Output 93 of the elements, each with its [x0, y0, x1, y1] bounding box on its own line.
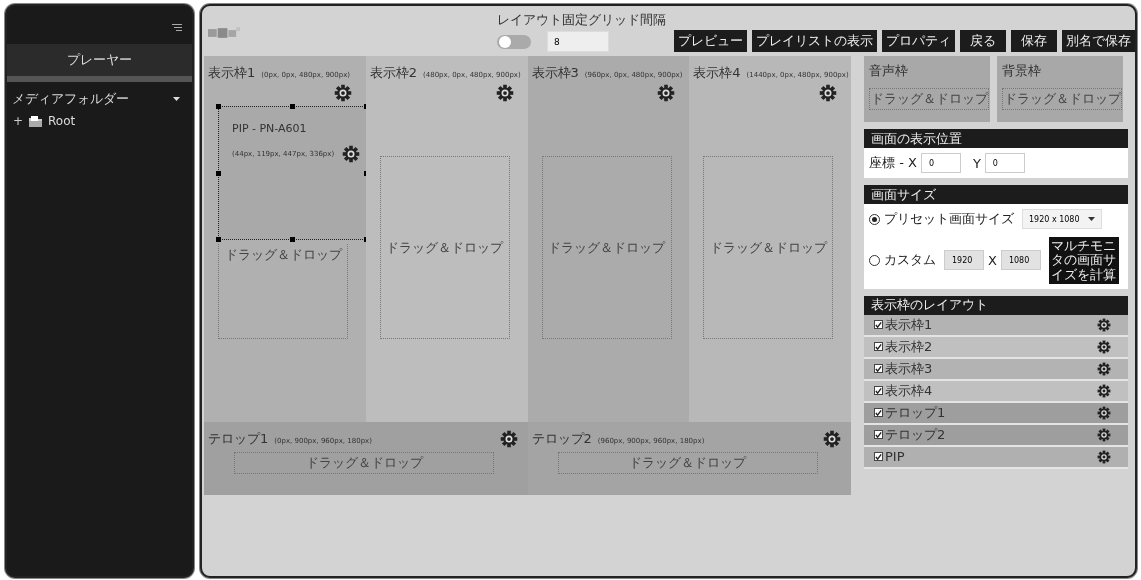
calculate-button[interactable]: マルチモニタの画面サイズを計算	[1048, 237, 1119, 284]
field-label: X	[988, 252, 997, 268]
frame-title: 表示枠2	[369, 64, 418, 82]
field-label: 座標 - X	[869, 154, 917, 172]
drop-zone[interactable]: ドラッグ＆ドロップ	[218, 244, 348, 339]
drop-zone[interactable]: ドラッグ＆ドロップ	[379, 156, 510, 339]
checkbox[interactable]	[874, 386, 883, 396]
media-frame[interactable]: 音声枠 ドラッグ＆ドロップ	[864, 56, 990, 122]
drop-zone[interactable]: ドラッグ＆ドロップ	[1002, 88, 1122, 110]
resize-handle[interactable]	[216, 237, 221, 242]
field-label: Y	[972, 155, 981, 171]
checkbox[interactable]	[874, 408, 883, 418]
section-header: 表示枠のレイアウト	[864, 295, 1128, 315]
menu-icon[interactable]	[172, 24, 182, 32]
media-frame[interactable]: 背景枠 ドラッグ＆ドロップ	[997, 56, 1123, 122]
toolbar-button[interactable]: プレイリストの表示	[752, 30, 877, 52]
settings-icon[interactable]	[1097, 317, 1111, 332]
layout-list-item[interactable]: 表示枠2	[864, 336, 1128, 359]
settings-icon[interactable]	[657, 84, 676, 102]
checkbox[interactable]	[874, 364, 883, 374]
settings-icon[interactable]	[1097, 361, 1111, 376]
layout-list-item[interactable]: テロップ2	[864, 424, 1128, 447]
settings-icon[interactable]	[333, 84, 352, 102]
toolbar-button[interactable]: 戻る	[960, 30, 1006, 52]
drop-zone[interactable]: ドラッグ＆ドロップ	[541, 156, 672, 339]
frame-title: 音声枠	[869, 62, 909, 80]
item-label: 表示枠4	[885, 381, 933, 400]
layout-list-item[interactable]: テロップ1	[864, 402, 1128, 425]
checkbox[interactable]	[874, 430, 883, 440]
layout-list-item[interactable]: 表示枠3	[864, 358, 1128, 381]
y-field[interactable]: 0	[984, 153, 1025, 173]
grid-lock-toggle[interactable]	[497, 34, 531, 49]
checkbox[interactable]	[874, 342, 883, 352]
layout-list-item[interactable]: 表示枠1	[864, 314, 1128, 337]
section-header: 画面サイズ	[864, 185, 1128, 204]
toolbar-button[interactable]: 別名で保存	[1062, 30, 1135, 52]
frame-title: 表示枠1	[208, 64, 256, 82]
item-label: テロップ2	[885, 425, 946, 444]
drop-zone[interactable]: ドラッグ＆ドロップ	[703, 156, 834, 339]
item-label: テロップ1	[885, 403, 946, 422]
settings-icon[interactable]	[1097, 405, 1111, 420]
expand-toggle[interactable]: +	[13, 114, 24, 128]
settings-icon[interactable]	[1097, 449, 1111, 464]
settings-icon[interactable]	[495, 84, 514, 102]
blurred-logo	[208, 26, 241, 40]
section-header: 画面の表示位置	[864, 129, 1128, 148]
settings-icon[interactable]	[823, 430, 841, 448]
resize-handle[interactable]	[290, 237, 295, 242]
pip-title: PIP - PN-A601	[232, 122, 308, 135]
drop-zone[interactable]: ドラッグ＆ドロップ	[234, 452, 494, 474]
item-label: 表示枠2	[885, 337, 933, 356]
caret-icon[interactable]	[173, 97, 180, 101]
item-label: 表示枠3	[885, 359, 933, 378]
toolbar-button[interactable]: プレビュー	[674, 30, 747, 52]
frame-title: 表示枠4	[693, 64, 741, 82]
grid-interval-label: レイアウト固定グリッド間隔	[497, 11, 666, 29]
folder-icon	[29, 115, 43, 127]
option-label: プリセット画面サイズ	[884, 210, 1014, 228]
settings-icon[interactable]	[819, 84, 837, 102]
resize-handle[interactable]	[216, 104, 221, 109]
tree-item[interactable]: Root	[48, 114, 76, 128]
width-field[interactable]: 1920	[944, 250, 984, 271]
checkbox[interactable]	[874, 320, 883, 330]
option-label: カスタム	[884, 251, 936, 270]
size-dropdown[interactable]: 1920 x 1080	[1022, 209, 1102, 229]
media-folder-label: メディアフォルダー	[12, 90, 129, 108]
x-field[interactable]: 0	[920, 153, 961, 173]
frame-title: 背景枠	[1002, 62, 1042, 80]
radio-button[interactable]	[869, 213, 880, 225]
settings-icon[interactable]	[1097, 383, 1111, 398]
resize-handle[interactable]	[290, 104, 295, 109]
toolbar-button[interactable]: 保存	[1011, 30, 1057, 52]
settings-icon[interactable]	[342, 145, 360, 163]
settings-icon[interactable]	[1097, 427, 1111, 442]
player-tab[interactable]: プレーヤー	[7, 44, 192, 76]
settings-icon[interactable]	[1097, 339, 1111, 354]
drop-zone[interactable]: ドラッグ＆ドロップ	[869, 88, 989, 110]
drop-zone[interactable]: ドラッグ＆ドロップ	[557, 452, 818, 474]
settings-icon[interactable]	[499, 430, 518, 448]
radio-button[interactable]	[869, 254, 880, 266]
layout-list-item[interactable]: 表示枠4	[864, 380, 1128, 403]
height-field[interactable]: 1080	[1000, 250, 1041, 271]
caret-icon	[1087, 217, 1095, 221]
checkbox[interactable]	[874, 452, 883, 462]
toolbar-button[interactable]: プロパティ	[882, 30, 955, 52]
item-label: 表示枠1	[885, 315, 933, 334]
telop-title: テロップ2	[531, 430, 592, 448]
resize-handle[interactable]	[216, 171, 221, 176]
telop-title: テロップ1	[208, 430, 269, 448]
item-label: PIP	[885, 449, 905, 465]
frame-title: 表示枠3	[531, 64, 579, 82]
grid-interval-field[interactable]: 8	[547, 31, 609, 52]
layout-list-item[interactable]: PIP	[864, 446, 1128, 469]
